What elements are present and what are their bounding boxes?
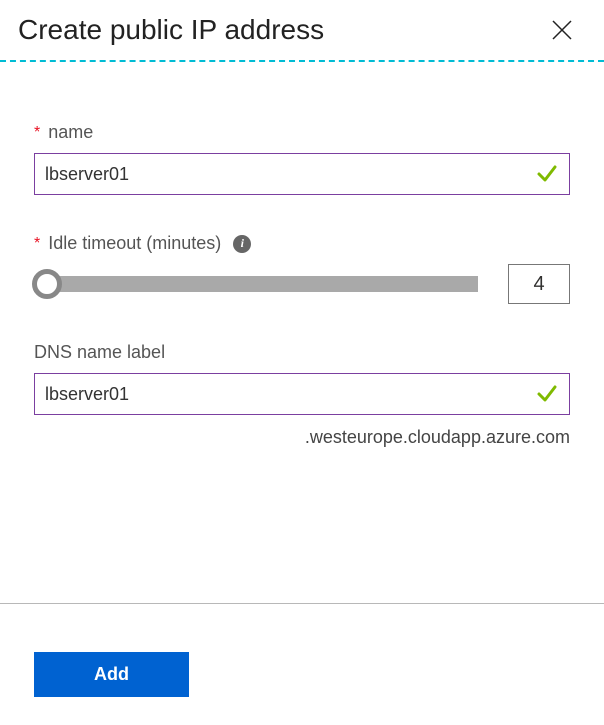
name-input-wrap (34, 153, 570, 195)
idle-timeout-value[interactable]: 4 (508, 264, 570, 304)
checkmark-icon (535, 162, 559, 186)
slider-track-bar (34, 276, 478, 292)
dns-label: DNS name label (34, 342, 570, 363)
add-button[interactable]: Add (34, 652, 189, 697)
panel-title: Create public IP address (18, 14, 324, 46)
close-icon (550, 18, 574, 42)
name-label-text: name (48, 122, 93, 143)
idle-timeout-slider[interactable] (34, 274, 478, 294)
required-indicator: * (34, 124, 40, 142)
close-button[interactable] (546, 14, 578, 46)
checkmark-icon (535, 382, 559, 406)
idle-timeout-slider-row: 4 (34, 264, 570, 304)
idle-timeout-label: * Idle timeout (minutes) i (34, 233, 570, 254)
slider-handle[interactable] (32, 269, 62, 299)
idle-timeout-field-group: * Idle timeout (minutes) i 4 (34, 233, 570, 304)
info-icon[interactable]: i (233, 235, 251, 253)
dns-input-wrap (34, 373, 570, 415)
panel-header: Create public IP address (0, 0, 604, 62)
dns-input[interactable] (45, 384, 535, 405)
form-body: * name * Idle timeout (minutes) i 4 DNS … (0, 62, 604, 448)
footer-divider (0, 603, 604, 604)
name-field-group: * name (34, 122, 570, 195)
required-indicator: * (34, 235, 40, 253)
dns-field-group: DNS name label .westeurope.cloudapp.azur… (34, 342, 570, 448)
idle-timeout-label-text: Idle timeout (minutes) (48, 233, 221, 254)
dns-suffix: .westeurope.cloudapp.azure.com (34, 427, 570, 448)
panel-footer: Add (0, 603, 604, 697)
dns-label-text: DNS name label (34, 342, 165, 363)
name-label: * name (34, 122, 570, 143)
name-input[interactable] (45, 164, 535, 185)
